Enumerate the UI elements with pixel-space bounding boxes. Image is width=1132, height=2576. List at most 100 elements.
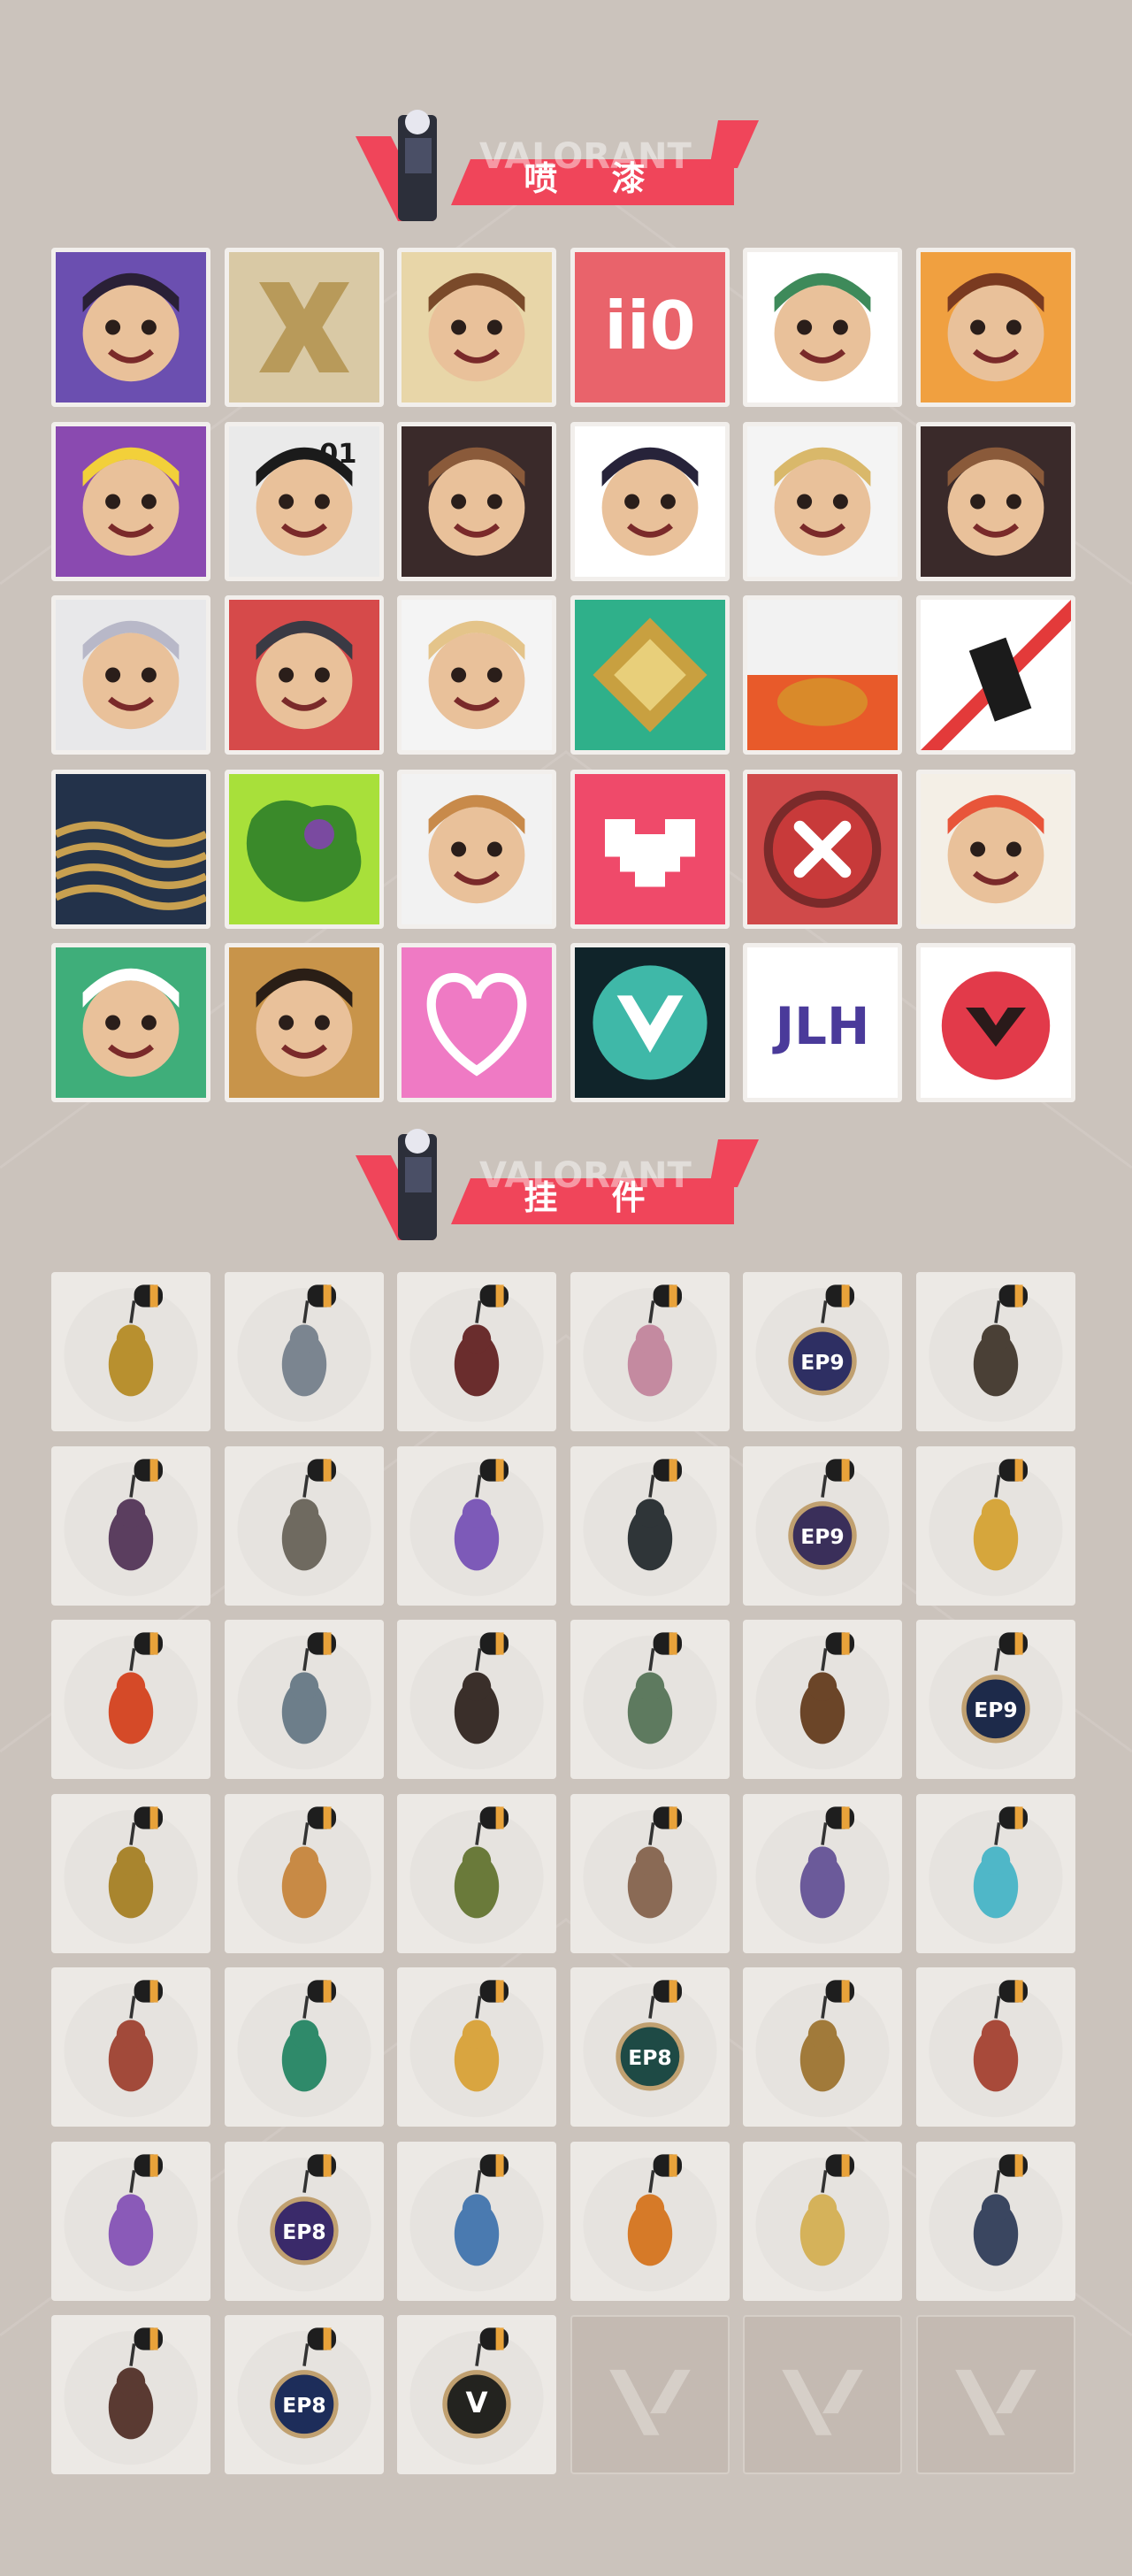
charm-item[interactable] xyxy=(915,2141,1075,2301)
charm-item[interactable] xyxy=(570,1272,730,1431)
spray-item[interactable] xyxy=(915,595,1075,755)
charm-item[interactable] xyxy=(224,1967,384,2127)
spray-item[interactable] xyxy=(743,421,903,581)
spray-item[interactable] xyxy=(51,943,210,1102)
charm-item[interactable] xyxy=(397,1272,557,1431)
spray-item[interactable] xyxy=(51,421,210,581)
spray-item[interactable] xyxy=(570,943,730,1102)
spray-item[interactable]: 01 xyxy=(224,421,384,581)
charm-item[interactable] xyxy=(397,1967,557,2127)
medallion-label: V xyxy=(466,2386,488,2419)
charm-item[interactable] xyxy=(570,1793,730,1953)
charm-item[interactable] xyxy=(743,1793,903,1953)
spray-item[interactable] xyxy=(397,943,557,1102)
charm-grid: EP9 EP9 EP9 EP8 EP8 EP8 V xyxy=(51,1272,1075,2474)
charm-item[interactable] xyxy=(51,1620,210,1779)
spray-item[interactable] xyxy=(915,769,1075,929)
spray-item[interactable] xyxy=(570,595,730,755)
charm-item[interactable]: V xyxy=(397,2315,557,2474)
charm-item[interactable] xyxy=(397,2141,557,2301)
charm-item[interactable] xyxy=(51,1445,210,1606)
charm-item[interactable] xyxy=(915,1272,1075,1431)
charm-icon xyxy=(583,1284,717,1422)
cartoon-blond-icon xyxy=(402,600,553,750)
medallion-label: EP8 xyxy=(282,2219,325,2243)
cartoon-eyes-icon xyxy=(56,947,206,1098)
spray-item[interactable] xyxy=(397,421,557,581)
charm-item[interactable] xyxy=(51,1967,210,2127)
duck-icon xyxy=(747,600,899,750)
charm-item[interactable] xyxy=(915,1445,1075,1606)
x-button-icon xyxy=(747,773,899,924)
charm-icon: EP9 xyxy=(929,1632,1063,1770)
cartoon-grin-icon xyxy=(402,426,553,577)
spray-item[interactable] xyxy=(51,595,210,755)
spray-item[interactable] xyxy=(743,595,903,755)
neon-heart-icon xyxy=(402,947,553,1098)
charm-icon: EP8 xyxy=(236,2153,371,2291)
empty-slot xyxy=(570,2315,730,2474)
charm-icon xyxy=(755,2153,890,2291)
x-logo-icon xyxy=(228,252,379,402)
spray-item[interactable] xyxy=(224,769,384,929)
spray-item[interactable] xyxy=(570,421,730,581)
spray-item[interactable] xyxy=(397,595,557,755)
charm-item[interactable] xyxy=(224,1445,384,1606)
charm-item[interactable] xyxy=(224,1272,384,1431)
waves-icon xyxy=(56,773,206,924)
charm-icon xyxy=(409,1632,544,1770)
charm-item[interactable]: EP9 xyxy=(915,1620,1075,1779)
gem-icon xyxy=(574,600,725,750)
pixel-heart-icon xyxy=(574,773,725,924)
charm-item[interactable] xyxy=(743,2141,903,2301)
charm-item[interactable] xyxy=(397,1445,557,1606)
spray-item[interactable] xyxy=(743,769,903,929)
spray-item[interactable] xyxy=(51,248,210,407)
charm-item[interactable]: EP8 xyxy=(570,1967,730,2127)
charm-item[interactable] xyxy=(397,1620,557,1779)
charm-icon: EP8 xyxy=(236,2327,371,2465)
cartoon-shock-icon xyxy=(402,773,553,924)
charm-icon: EP8 xyxy=(583,1980,717,2118)
empty-slot xyxy=(915,2315,1075,2474)
charm-item[interactable] xyxy=(743,1620,903,1779)
spray-item[interactable] xyxy=(51,769,210,929)
charm-item[interactable] xyxy=(224,1793,384,1953)
spray-item[interactable] xyxy=(224,595,384,755)
charm-icon xyxy=(64,1806,198,1944)
charm-icon xyxy=(236,1980,371,2118)
charm-item[interactable]: EP9 xyxy=(743,1445,903,1606)
charm-item[interactable] xyxy=(570,1445,730,1606)
charm-icon xyxy=(236,1458,371,1596)
spray-item[interactable] xyxy=(224,248,384,407)
charm-item[interactable] xyxy=(743,1967,903,2127)
charm-item[interactable] xyxy=(51,2141,210,2301)
spray-item[interactable] xyxy=(915,421,1075,581)
spray-item[interactable] xyxy=(397,248,557,407)
charm-item[interactable] xyxy=(224,1620,384,1779)
charm-item[interactable] xyxy=(570,1620,730,1779)
spray-item[interactable] xyxy=(743,248,903,407)
charm-item[interactable]: EP8 xyxy=(224,2141,384,2301)
spray-item[interactable] xyxy=(224,943,384,1102)
charm-item[interactable] xyxy=(915,1967,1075,2127)
charm-item[interactable] xyxy=(51,1272,210,1431)
medallion-label: EP8 xyxy=(628,2045,671,2070)
charm-item[interactable] xyxy=(51,2315,210,2474)
spray-item[interactable] xyxy=(915,248,1075,407)
spray-item[interactable]: ii0 xyxy=(570,248,730,407)
charm-icon xyxy=(409,1458,544,1596)
charm-item[interactable]: EP8 xyxy=(224,2315,384,2474)
charm-item[interactable] xyxy=(51,1793,210,1953)
charm-item[interactable] xyxy=(570,2141,730,2301)
spray-item[interactable] xyxy=(915,943,1075,1102)
valorant-logo-icon xyxy=(955,2369,1036,2435)
charm-item[interactable] xyxy=(397,1793,557,1953)
charm-item[interactable]: EP9 xyxy=(743,1272,903,1431)
spray-item[interactable] xyxy=(570,769,730,929)
cartoon-laugh-icon xyxy=(747,252,899,402)
spray-item[interactable]: JLH xyxy=(743,943,903,1102)
charm-item[interactable] xyxy=(915,1793,1075,1953)
spray-item[interactable] xyxy=(397,769,557,929)
valorant-splat-icon xyxy=(574,947,725,1098)
